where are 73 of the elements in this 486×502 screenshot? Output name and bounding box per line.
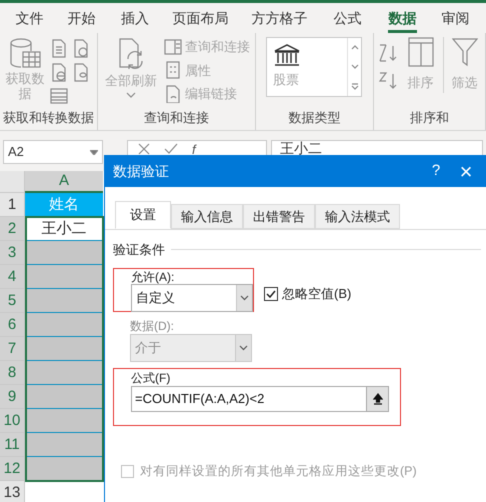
function-button[interactable]: f (192, 143, 196, 156)
ribbon-tab[interactable]: 数据 (376, 3, 429, 33)
checkmark-icon[interactable] (266, 290, 276, 298)
table-icon[interactable] (50, 87, 68, 105)
dialog-tab[interactable]: 出错警告 (243, 204, 315, 229)
checkbox-label: 对有同样设置的所有其他单元格应用这些更改(P) (140, 463, 417, 480)
row-header[interactable]: 13 (0, 481, 25, 502)
section-label: 验证条件 (113, 241, 165, 259)
ribbon-tab[interactable]: 审阅 (428, 3, 482, 33)
field-label: 数据(D): (130, 318, 175, 334)
text-file-icon[interactable] (50, 39, 68, 59)
row-header[interactable]: 7 (0, 337, 25, 361)
dialog-tab[interactable]: 设置 (115, 201, 171, 229)
dropdown-field[interactable]: 自定义 (131, 284, 253, 312)
row-header[interactable]: 10 (0, 409, 25, 433)
ribbon-button-label[interactable]: 股票 (273, 70, 299, 90)
window-title: 数据验证 (113, 162, 170, 181)
pane-icon[interactable] (164, 38, 182, 56)
caret-icon[interactable] (126, 92, 136, 98)
bank-icon[interactable] (273, 44, 301, 68)
name-box[interactable]: A2 (3, 140, 103, 164)
row-header[interactable]: 2 (0, 217, 25, 241)
checkmark-icon[interactable] (164, 143, 178, 155)
checkbox[interactable] (264, 286, 278, 301)
dialog-tab[interactable]: 输入法模式 (315, 204, 400, 229)
row-header[interactable]: 4 (0, 265, 25, 289)
group-label: 排序和 (409, 109, 450, 127)
table-cell[interactable] (25, 385, 103, 409)
group-label: 查询和连接 (143, 109, 210, 127)
table-cell[interactable]: 姓名 (25, 193, 103, 217)
table-cell[interactable] (25, 361, 103, 385)
ribbon-tab[interactable]: 方方格子 (240, 3, 319, 33)
checkbox-label: 忽略空值(B) (282, 285, 352, 303)
field-label: 公式(F) (131, 370, 172, 386)
field-label: 允许(A): (131, 270, 176, 284)
dropdown-arrow-icon[interactable] (90, 150, 98, 154)
table-cell[interactable] (25, 313, 103, 337)
table-cell[interactable] (25, 433, 103, 457)
row-header[interactable]: 11 (0, 433, 25, 457)
ribbon-tab[interactable]: 文件 (4, 3, 56, 33)
cancel-icon[interactable] (138, 143, 150, 155)
table-cell[interactable] (25, 289, 103, 313)
column-header[interactable]: A (25, 171, 103, 193)
table-cell[interactable] (25, 409, 103, 433)
dialog-tab[interactable]: 输入信息 (171, 204, 243, 229)
web-file-icon[interactable] (50, 63, 68, 83)
group-label: 获取和转换数据 (2, 109, 95, 127)
database-file-icon[interactable] (72, 63, 90, 83)
sort-descending-icon[interactable] (378, 71, 398, 91)
checkbox[interactable] (121, 464, 134, 478)
table-cell[interactable] (25, 457, 103, 481)
sort-ascending-icon[interactable] (378, 43, 398, 63)
row-header[interactable]: 6 (0, 313, 25, 337)
ribbon-tab[interactable]: 页面布局 (161, 3, 240, 33)
row-header[interactable]: 1 (0, 193, 25, 217)
ribbon-tab[interactable]: 开始 (55, 3, 108, 33)
table-cell[interactable] (25, 265, 103, 289)
row-header[interactable]: 8 (0, 361, 25, 385)
properties-icon[interactable] (164, 61, 182, 80)
filter-icon[interactable] (452, 37, 478, 67)
table-cell[interactable] (25, 241, 103, 265)
scroll-down-icon[interactable] (350, 62, 360, 72)
ribbon-tab[interactable]: 公式 (318, 3, 376, 33)
row-header[interactable]: 5 (0, 289, 25, 313)
row-header[interactable]: 12 (0, 457, 25, 481)
ribbon-tab[interactable]: 插入 (108, 3, 162, 33)
row-header[interactable]: 3 (0, 241, 25, 265)
chevron-down-icon[interactable] (240, 294, 249, 300)
table-cell[interactable] (25, 337, 103, 361)
group-label: 数据类型 (288, 109, 342, 127)
row-header[interactable]: 9 (0, 385, 25, 409)
more-icon[interactable] (350, 82, 360, 91)
link-file-icon[interactable] (164, 84, 182, 103)
